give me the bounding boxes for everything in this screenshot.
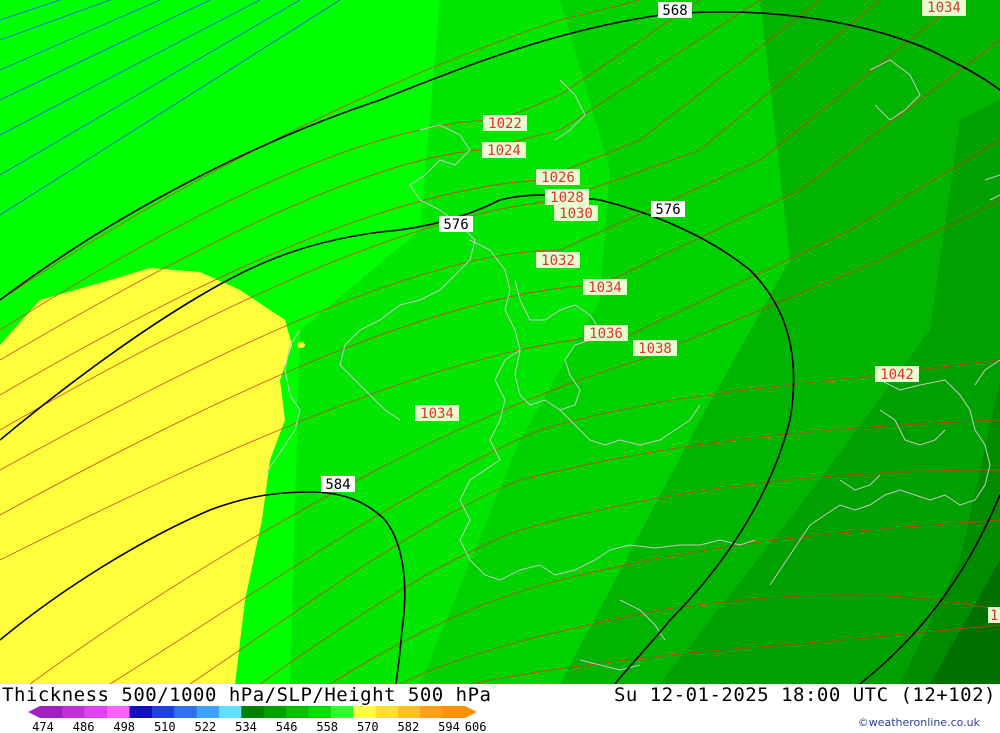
scale-arrow-right — [465, 706, 477, 718]
svg-text:1034: 1034 — [420, 406, 454, 422]
pressure-label-partial: 1 — [988, 607, 1000, 624]
scale-swatch — [263, 706, 287, 718]
svg-text:1034: 1034 — [588, 280, 622, 296]
svg-text:1038: 1038 — [638, 341, 672, 357]
svg-text:1022: 1022 — [488, 116, 522, 132]
pressure-label-1030: 1030 — [554, 205, 598, 222]
scale-swatch — [353, 706, 377, 718]
svg-text:1032: 1032 — [541, 253, 575, 269]
footer: Thickness 500/1000 hPa/SLP/Height 500 hP… — [0, 684, 1000, 733]
scale-label: 606 — [465, 720, 487, 733]
scale-swatch — [420, 706, 444, 718]
color-scale: 474 486 498 510 522 534 546 558 570 582 594 606 — [28, 706, 487, 733]
scale-swatch — [397, 706, 421, 718]
scale-swatch — [442, 706, 466, 718]
scale-label: 594 — [438, 720, 460, 733]
scale-swatch — [375, 706, 399, 718]
pressure-label-1022: 1022 — [483, 115, 527, 132]
scale-label: 534 — [235, 720, 257, 733]
pressure-label-1032: 1032 — [536, 252, 580, 269]
scale-label: 558 — [316, 720, 338, 733]
weather-map: 568 576 576 584 1022 1024 1026 1028 1030… — [0, 0, 1000, 684]
svg-text:1024: 1024 — [487, 143, 521, 159]
scale-label: 570 — [357, 720, 379, 733]
pressure-label-1028: 1028 — [545, 189, 589, 206]
scale-label: 510 — [154, 720, 176, 733]
scale-swatch — [62, 706, 86, 718]
scale-swatch — [174, 706, 198, 718]
svg-text:1034: 1034 — [927, 0, 961, 16]
map-title: Thickness 500/1000 hPa/SLP/Height 500 hP… — [2, 684, 492, 706]
pressure-label-1034-c: 1034 — [922, 0, 966, 16]
scale-swatch — [241, 706, 265, 718]
pressure-label-1024: 1024 — [482, 142, 526, 159]
svg-text:1030: 1030 — [559, 206, 593, 222]
scale-swatch — [84, 706, 108, 718]
scale-label: 474 — [32, 720, 54, 733]
svg-text:584: 584 — [325, 477, 350, 493]
scale-swatch — [330, 706, 354, 718]
svg-text:1036: 1036 — [589, 326, 623, 342]
pressure-label-1042: 1042 — [875, 366, 919, 383]
svg-text:1: 1 — [990, 608, 998, 624]
scale-label: 582 — [398, 720, 420, 733]
credit: ©weatheronline.co.uk — [857, 716, 980, 729]
svg-text:576: 576 — [443, 217, 468, 233]
svg-text:1028: 1028 — [550, 190, 584, 206]
svg-text:576: 576 — [655, 202, 680, 218]
height-label-584: 584 — [321, 476, 355, 493]
pressure-label-1026: 1026 — [536, 169, 580, 186]
map-datetime: Su 12-01-2025 18:00 UTC (12+102) — [613, 684, 996, 706]
svg-text:1042: 1042 — [880, 367, 914, 383]
scale-swatch — [308, 706, 332, 718]
scale-label: 522 — [195, 720, 217, 733]
pressure-label-1034-b: 1034 — [415, 405, 459, 422]
scale-swatch — [129, 706, 153, 718]
scale-arrow-left — [28, 706, 40, 718]
height-label-576-b: 576 — [651, 201, 685, 218]
scale-label: 486 — [73, 720, 95, 733]
pressure-label-1036: 1036 — [584, 325, 628, 342]
pressure-label-1038: 1038 — [633, 340, 677, 357]
scale-label: 498 — [113, 720, 135, 733]
scale-swatch — [107, 706, 130, 718]
scale-swatch — [40, 706, 63, 718]
pressure-label-1034-a: 1034 — [583, 279, 627, 296]
scale-swatch — [151, 706, 175, 718]
height-label-568: 568 — [658, 2, 692, 19]
scale-swatch — [286, 706, 309, 718]
svg-text:568: 568 — [662, 3, 687, 19]
yellow-spot — [297, 342, 305, 348]
svg-text:1026: 1026 — [541, 170, 575, 186]
scale-swatch — [218, 706, 242, 718]
scale-swatch — [196, 706, 220, 718]
scale-label: 546 — [276, 720, 298, 733]
height-label-576-a: 576 — [439, 216, 473, 233]
